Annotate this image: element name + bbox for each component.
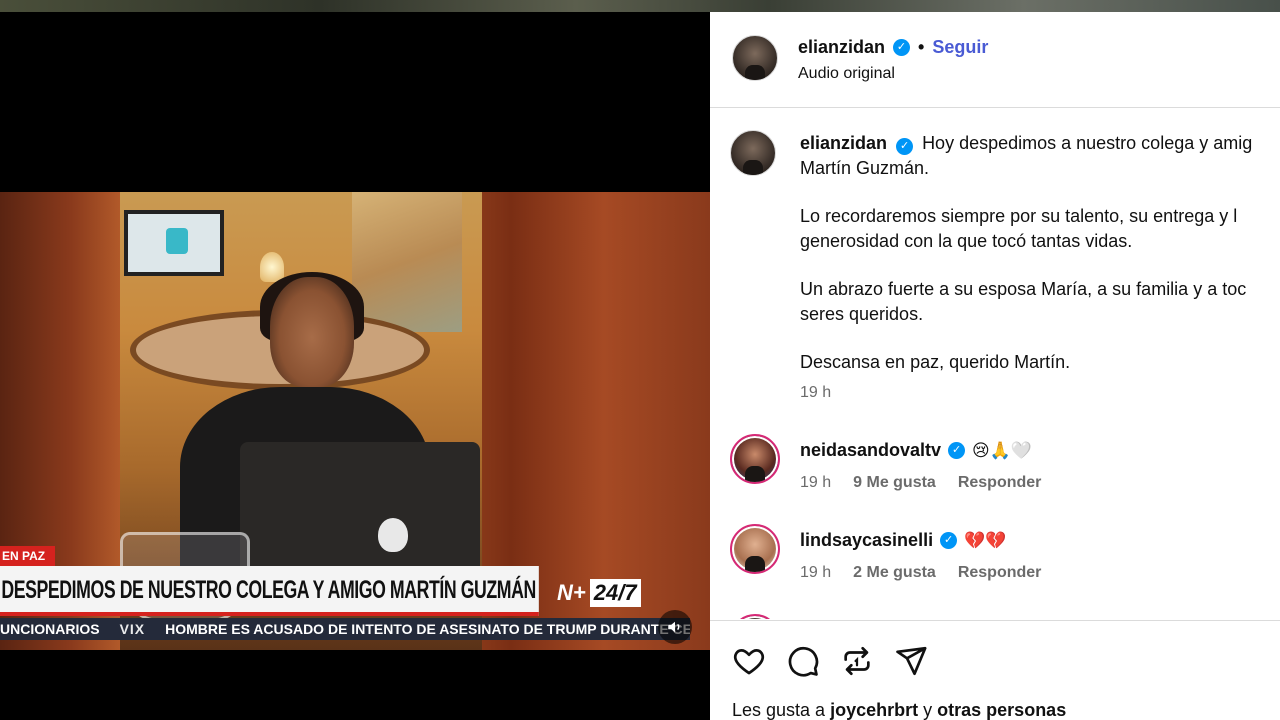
- caption-para3-line1: Un abrazo fuerte a su esposa María, a su…: [800, 279, 1247, 299]
- brand-n: N+: [557, 580, 586, 605]
- comment-header: neidasandovaltv ✓ 😢🙏🤍: [800, 440, 1032, 461]
- apple-logo-icon: [378, 518, 408, 552]
- lamp: [260, 252, 284, 282]
- repost-icon[interactable]: [840, 644, 874, 678]
- likes-middle: y: [923, 700, 933, 720]
- post-panel: elianzidan ✓ • Seguir Audio original eli…: [710, 12, 1280, 720]
- brand-247: 24/7: [589, 579, 641, 607]
- verified-badge-icon: ✓: [893, 39, 911, 56]
- comments-section[interactable]: elianzidan ✓ Hoy despedimos a nuestro co…: [710, 109, 1280, 619]
- likes-summary[interactable]: Les gusta a joycehrbrt y otras personas: [732, 700, 1066, 720]
- channel-logo: N+ 24/7: [557, 577, 641, 609]
- caption-line-1: Hoy despedimos a nuestro colega y amig: [922, 133, 1253, 153]
- caption-avatar[interactable]: [730, 130, 776, 176]
- tv-shirt-image: [166, 228, 188, 254]
- comment-time[interactable]: 19 h: [800, 474, 831, 492]
- caption-para2-line1: Lo recordaremos siempre por su talento, …: [800, 206, 1238, 226]
- comment-meta: 19 h 9 Me gusta Responder: [800, 474, 1041, 492]
- comment-avatar[interactable]: [730, 614, 780, 619]
- comment-likes[interactable]: 9 Me gusta: [853, 474, 936, 492]
- caption-para3-line2: seres queridos.: [800, 303, 924, 324]
- speaker-icon: [668, 621, 680, 633]
- audio-link[interactable]: Audio original: [798, 65, 895, 83]
- comment-avatar[interactable]: [730, 434, 780, 484]
- send-icon[interactable]: [894, 644, 928, 678]
- comment-avatar[interactable]: [730, 524, 780, 574]
- author-row: elianzidan ✓ • Seguir: [798, 37, 988, 58]
- video-frame: EN PAZ DESPEDIMOS DE NUESTRO COLEGA Y AM…: [0, 192, 710, 650]
- comment-meta: 19 h 2 Me gusta Responder: [800, 564, 1041, 582]
- author-avatar[interactable]: [732, 35, 778, 81]
- verified-badge-icon: ✓: [948, 442, 966, 459]
- mute-button[interactable]: [658, 610, 692, 644]
- ticker-vix-logo: VIX: [119, 621, 146, 637]
- likes-prefix: Les gusta a: [732, 700, 826, 720]
- verified-badge-icon: ✓: [940, 532, 958, 549]
- ticker-left-text: UNCIONARIOS: [0, 621, 100, 637]
- likes-others[interactable]: otras personas: [937, 700, 1066, 720]
- post-header: elianzidan ✓ • Seguir Audio original: [710, 12, 1280, 108]
- video-player[interactable]: EN PAZ DESPEDIMOS DE NUESTRO COLEGA Y AM…: [0, 12, 710, 720]
- wall-poster: [352, 192, 462, 332]
- caption-para4: Descansa en paz, querido Martín.: [800, 352, 1071, 372]
- verified-badge-icon: ✓: [896, 138, 914, 155]
- lower-third-headline: DESPEDIMOS DE NUESTRO COLEGA Y AMIGO MAR…: [0, 566, 539, 616]
- comment-text: 💔💔: [964, 530, 1007, 550]
- top-blurred-strip: [0, 0, 1280, 12]
- reply-button[interactable]: Responder: [958, 564, 1042, 582]
- news-ticker: UNCIONARIOS VIX HOMBRE ES ACUSADO DE INT…: [0, 618, 690, 640]
- caption-time[interactable]: 19 h: [800, 384, 831, 402]
- reply-button[interactable]: Responder: [958, 474, 1042, 492]
- tv-screen: [124, 210, 224, 276]
- caption-para2-line2: generosidad con la que tocó tantas vidas…: [800, 230, 1133, 251]
- caption-line-2: Martín Guzmán.: [800, 157, 930, 178]
- heart-icon[interactable]: [732, 644, 766, 678]
- lower-third-tag: EN PAZ: [0, 546, 56, 566]
- comment-header: lindsaycasinelli ✓ 💔💔: [800, 530, 1006, 551]
- comment-username[interactable]: lindsaycasinelli: [800, 530, 933, 551]
- comment-icon[interactable]: [786, 644, 820, 678]
- separator-dot: •: [918, 37, 925, 57]
- caption-meta: 19 h: [800, 384, 831, 402]
- comment-text: 😢🙏🤍: [972, 440, 1033, 460]
- caption: elianzidan ✓ Hoy despedimos a nuestro co…: [800, 131, 1280, 399]
- likes-user[interactable]: joycehrbrt: [830, 700, 918, 720]
- follow-button[interactable]: Seguir: [932, 37, 988, 58]
- comment-likes[interactable]: 2 Me gusta: [853, 564, 936, 582]
- action-bar: Les gusta a joycehrbrt y otras personas: [710, 620, 1280, 720]
- comment-time[interactable]: 19 h: [800, 564, 831, 582]
- person-head: [270, 277, 354, 387]
- author-username[interactable]: elianzidan: [798, 37, 885, 58]
- ticker-right-text: HOMBRE ES ACUSADO DE INTENTO DE ASESINAT…: [165, 621, 690, 637]
- caption-username[interactable]: elianzidan: [800, 133, 887, 153]
- comment-username[interactable]: neidasandovaltv: [800, 440, 941, 461]
